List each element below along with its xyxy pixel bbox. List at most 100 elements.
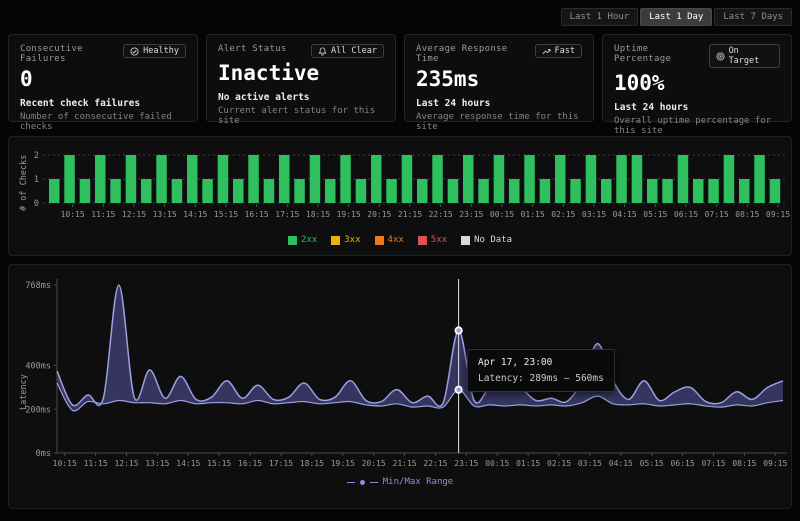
- badge-label: All Clear: [331, 46, 377, 56]
- bar-chart-y-axis-label: # of Checks: [19, 155, 29, 211]
- legend-swatch-2xx: [288, 236, 297, 245]
- legend-label: 3xx: [344, 235, 360, 245]
- latency-chart[interactable]: 0ms200ms400ms768ms10:1511:1512:1513:1514…: [9, 265, 793, 479]
- svg-text:18:15: 18:15: [300, 459, 324, 468]
- svg-text:00:15: 00:15: [490, 210, 514, 219]
- svg-text:15:15: 15:15: [207, 459, 231, 468]
- legend-swatch-no-data: [461, 236, 470, 245]
- card-description: Overall uptime percentage for this site: [614, 116, 780, 136]
- svg-text:18:15: 18:15: [306, 210, 330, 219]
- svg-text:01:15: 01:15: [521, 210, 545, 219]
- svg-text:11:15: 11:15: [84, 459, 108, 468]
- legend-swatch-5xx: [418, 236, 427, 245]
- status-badge-healthy: Healthy: [123, 44, 186, 58]
- svg-text:16:15: 16:15: [238, 459, 262, 468]
- trend-up-icon: [542, 47, 551, 56]
- time-range-last-1-day[interactable]: Last 1 Day: [640, 8, 712, 26]
- legend-label: Min/Max Range: [383, 477, 453, 487]
- svg-text:04:15: 04:15: [613, 210, 637, 219]
- card-description: Number of consecutive failed checks: [20, 112, 186, 132]
- svg-text:07:15: 07:15: [705, 210, 729, 219]
- svg-text:03:15: 03:15: [582, 210, 606, 219]
- svg-text:16:15: 16:15: [245, 210, 269, 219]
- card-value: Inactive: [218, 61, 384, 85]
- tooltip-latency-range: Latency: 289ms – 560ms: [478, 373, 604, 384]
- legend-item-no-data[interactable]: No Data: [461, 235, 512, 245]
- svg-text:06:15: 06:15: [671, 459, 695, 468]
- card-title: Average Response Time: [416, 44, 535, 64]
- svg-text:13:15: 13:15: [145, 459, 169, 468]
- card-subtitle: Last 24 hours: [614, 102, 780, 113]
- svg-text:15:15: 15:15: [214, 210, 238, 219]
- svg-text:10:15: 10:15: [61, 210, 85, 219]
- svg-text:06:15: 06:15: [674, 210, 698, 219]
- time-range-last-1-hour[interactable]: Last 1 Hour: [561, 8, 639, 26]
- latency-tooltip: Apr 17, 23:00 Latency: 289ms – 560ms: [467, 349, 615, 392]
- status-badge-fast: Fast: [535, 44, 582, 58]
- time-range-last-7-days[interactable]: Last 7 Days: [714, 8, 792, 26]
- latency-y-axis-label: Latency: [19, 374, 29, 410]
- svg-text:09:15: 09:15: [763, 459, 787, 468]
- legend-label: No Data: [474, 235, 512, 245]
- card-value: 100%: [614, 71, 780, 95]
- legend-swatch-3xx: [331, 236, 340, 245]
- svg-text:17:15: 17:15: [269, 459, 293, 468]
- svg-text:2: 2: [34, 151, 39, 161]
- svg-text:02:15: 02:15: [547, 459, 571, 468]
- svg-text:08:15: 08:15: [732, 459, 756, 468]
- svg-text:0: 0: [34, 199, 39, 209]
- svg-text:22:15: 22:15: [423, 459, 447, 468]
- svg-text:07:15: 07:15: [701, 459, 725, 468]
- svg-text:01:15: 01:15: [516, 459, 540, 468]
- legend-item-5xx[interactable]: 5xx: [418, 235, 447, 245]
- check-circle-icon: [130, 47, 139, 56]
- badge-label: On Target: [729, 46, 773, 66]
- svg-text:13:15: 13:15: [153, 210, 177, 219]
- svg-text:19:15: 19:15: [331, 459, 355, 468]
- svg-text:0ms: 0ms: [36, 449, 51, 459]
- latency-chart-panel: Latency 0ms200ms400ms768ms10:1511:1512:1…: [8, 264, 792, 509]
- legend-item-3xx[interactable]: 3xx: [331, 235, 360, 245]
- badge-label: Healthy: [143, 46, 179, 56]
- card-value: 235ms: [416, 67, 582, 91]
- svg-text:20:15: 20:15: [362, 459, 386, 468]
- card-title: Consecutive Failures: [20, 44, 123, 64]
- checks-bar-chart[interactable]: 01210:1511:1512:1513:1514:1515:1516:1517…: [9, 137, 791, 233]
- card-subtitle: Last 24 hours: [416, 98, 582, 109]
- svg-text:768ms: 768ms: [25, 281, 51, 291]
- stat-cards-row: Consecutive Failures Healthy 0 Recent ch…: [8, 34, 792, 122]
- bell-icon: [318, 47, 327, 56]
- card-subtitle: No active alerts: [218, 92, 384, 103]
- legend-swatch-4xx: [375, 236, 384, 245]
- card-uptime-percentage: Uptime Percentage On Target 100% Last 24…: [602, 34, 792, 122]
- svg-text:22:15: 22:15: [429, 210, 453, 219]
- legend-label: 5xx: [431, 235, 447, 245]
- svg-text:11:15: 11:15: [91, 210, 115, 219]
- time-range-group: Last 1 Hour Last 1 Day Last 7 Days: [561, 8, 792, 26]
- minmax-line-icon: [347, 482, 355, 483]
- card-title: Alert Status: [218, 44, 287, 54]
- legend-item-2xx[interactable]: 2xx: [288, 235, 317, 245]
- svg-text:09:15: 09:15: [766, 210, 790, 219]
- status-badge-on-target: On Target: [709, 44, 780, 68]
- svg-text:1: 1: [34, 175, 39, 185]
- checks-bar-chart-panel: # of Checks 01210:1511:1512:1513:1514:15…: [8, 136, 792, 256]
- svg-text:17:15: 17:15: [275, 210, 299, 219]
- bar-chart-legend: 2xx 3xx 4xx 5xx No Data: [9, 235, 791, 245]
- svg-text:05:15: 05:15: [643, 210, 667, 219]
- svg-text:21:15: 21:15: [398, 210, 422, 219]
- legend-item-4xx[interactable]: 4xx: [375, 235, 404, 245]
- svg-text:00:15: 00:15: [485, 459, 509, 468]
- minmax-dot-icon: [360, 480, 365, 485]
- card-description: Current alert status for this site: [218, 106, 384, 126]
- card-subtitle: Recent check failures: [20, 98, 186, 109]
- svg-text:12:15: 12:15: [122, 210, 146, 219]
- legend-label: 2xx: [301, 235, 317, 245]
- svg-text:23:15: 23:15: [454, 459, 478, 468]
- card-average-response-time: Average Response Time Fast 235ms Last 24…: [404, 34, 594, 122]
- svg-text:200ms: 200ms: [25, 405, 51, 415]
- svg-text:21:15: 21:15: [393, 459, 417, 468]
- tooltip-timestamp: Apr 17, 23:00: [478, 357, 604, 368]
- card-value: 0: [20, 67, 186, 91]
- minmax-line-icon: [370, 482, 378, 483]
